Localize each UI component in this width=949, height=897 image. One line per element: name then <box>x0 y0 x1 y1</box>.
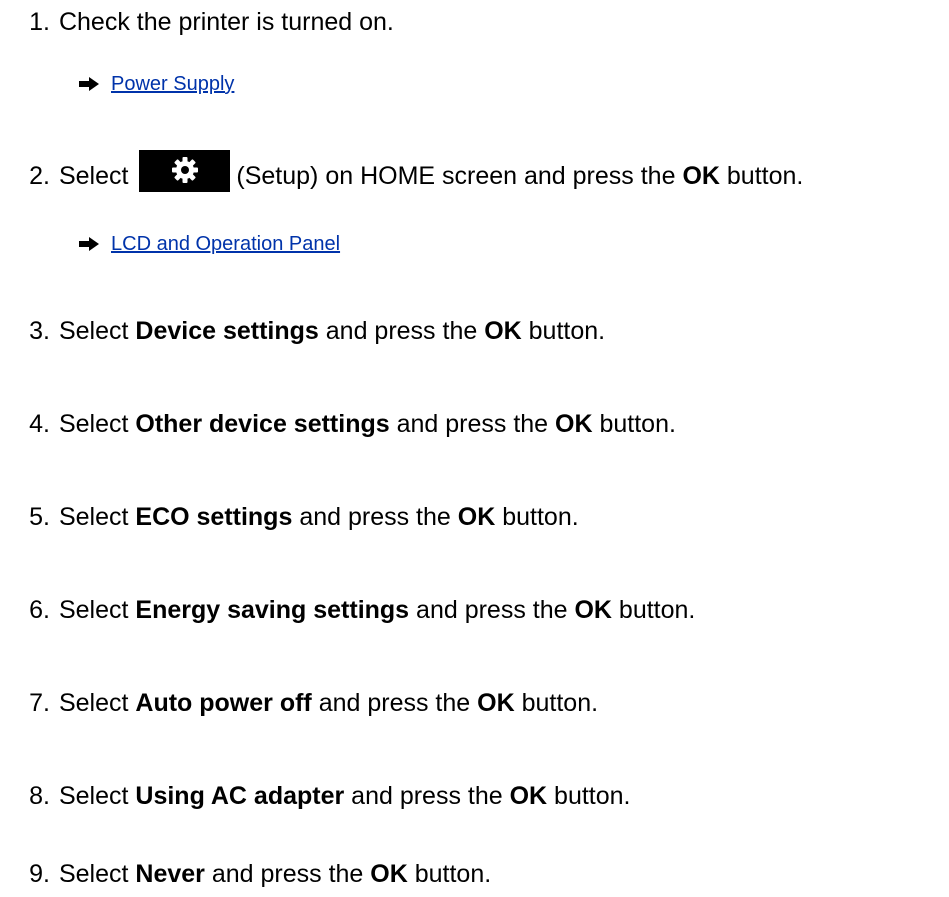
step-3: 3. Select Device settings and press the … <box>0 316 605 346</box>
ok-label: OK <box>370 860 408 888</box>
step-6: 6. Select Energy saving settings and pre… <box>0 595 695 625</box>
step-text: Select <box>58 596 136 624</box>
step-8: 8. Select Using AC adapter and press the… <box>0 781 631 811</box>
setting-label: Using AC adapter <box>135 782 345 810</box>
step-number: 4. <box>29 410 50 438</box>
setting-label: ECO settings <box>135 503 293 531</box>
step-text: button. <box>514 689 599 717</box>
step-9: 9. Select Never and press the OK button. <box>0 859 491 889</box>
step-text: button. <box>719 162 804 190</box>
setting-label: Never <box>135 860 205 888</box>
setup-icon <box>139 150 231 192</box>
step-number: 1. <box>29 8 50 36</box>
step-text: Select <box>58 410 136 438</box>
step-text: Check the printer is turned on. <box>58 8 394 36</box>
step-text: button. <box>547 782 631 810</box>
step-4: 4. Select Other device settings and pres… <box>0 409 676 439</box>
step-text: and press the <box>344 782 510 810</box>
step-number: 8. <box>29 782 50 810</box>
step-text: button. <box>592 410 676 438</box>
right-arrow-icon <box>79 237 99 251</box>
step-text: button. <box>495 503 579 531</box>
step-text: Select <box>58 503 136 531</box>
step-text: and press the <box>204 860 371 888</box>
ok-label: OK <box>484 317 522 345</box>
step-text: and press the <box>409 596 575 624</box>
step-text: and press the <box>389 410 556 438</box>
step-text: and press the <box>311 689 478 717</box>
step-text: button. <box>521 317 606 345</box>
ok-label: OK <box>555 410 593 438</box>
ok-label: OK <box>682 162 720 190</box>
setting-label: Energy saving settings <box>135 596 410 624</box>
link-power-supply-row: Power Supply <box>79 72 234 96</box>
step-text: Select <box>58 689 136 717</box>
step-number: 2. <box>29 162 50 190</box>
step-2: 2. Select (Setup) on HOME screen and pre… <box>0 150 803 192</box>
link-lcd-panel-row: LCD and Operation Panel <box>79 232 340 256</box>
power-supply-link[interactable]: Power Supply <box>111 73 234 95</box>
setting-label: Auto power off <box>135 689 312 717</box>
step-1: 1. Check the printer is turned on. <box>0 7 394 37</box>
step-text: Select <box>58 782 136 810</box>
step-text: and press the <box>292 503 458 531</box>
ok-label: OK <box>477 689 515 717</box>
setting-label: Device settings <box>135 317 319 345</box>
ok-label: OK <box>457 503 496 531</box>
ok-label: OK <box>509 782 548 810</box>
step-text: (Setup) on HOME screen and press the <box>236 162 683 190</box>
step-number: 9. <box>29 860 50 888</box>
setting-label: Other device settings <box>135 410 390 438</box>
step-number: 7. <box>29 689 50 717</box>
ok-label: OK <box>574 596 612 624</box>
step-7: 7. Select Auto power off and press the O… <box>0 688 598 718</box>
step-number: 5. <box>29 503 50 531</box>
step-number: 3. <box>29 317 50 345</box>
step-text: button. <box>611 596 696 624</box>
step-text: Select <box>58 162 136 190</box>
step-5: 5. Select ECO settings and press the OK … <box>0 502 579 532</box>
gear-icon <box>172 157 199 183</box>
right-arrow-icon <box>79 77 99 91</box>
step-text: Select <box>58 317 136 345</box>
step-text: and press the <box>318 317 485 345</box>
step-text: button. <box>407 860 492 888</box>
lcd-panel-link[interactable]: LCD and Operation Panel <box>111 233 340 255</box>
step-text: Select <box>58 860 136 888</box>
step-number: 6. <box>29 596 50 624</box>
